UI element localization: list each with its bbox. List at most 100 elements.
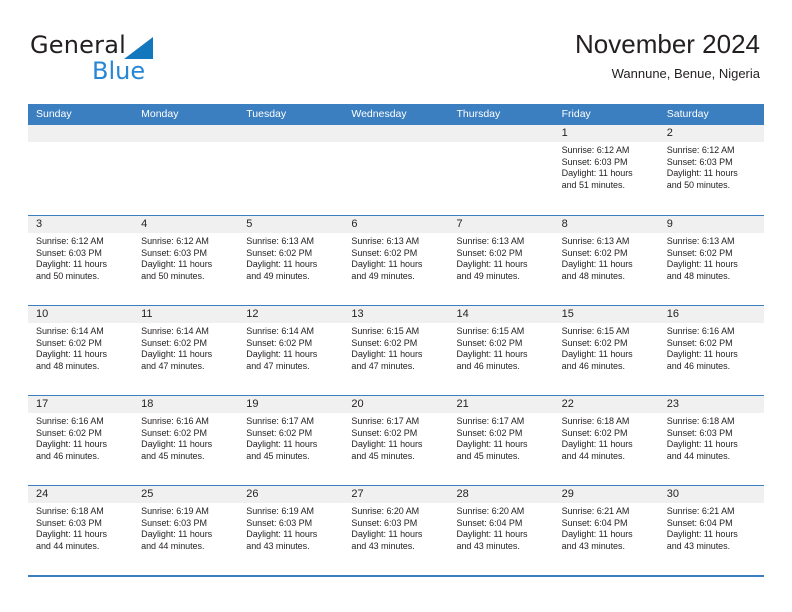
day-cell-16[interactable]: 16 Sunrise: 6:16 AM Sunset: 6:02 PM Dayligh…	[658, 306, 764, 395]
day-cell-6[interactable]: 6 Sunrise: 6:13 AM Sunset: 6:02 PM Daylight…	[343, 216, 449, 305]
day-cell-24[interactable]: 24 Sunrise: 6:18 AM Sunset: 6:03 PM Dayligh…	[28, 486, 134, 575]
day-cell-8[interactable]: 8 Sunrise: 6:13 AM Sunset: 6:02 PM Daylight…	[553, 216, 659, 305]
daylight-text-line1: Daylight: 11 hours	[456, 529, 528, 540]
calendar-week-row: 10 Sunrise: 6:14 AM Sunset: 6:02 PM Dayligh…	[28, 305, 764, 395]
day-details: Sunrise: 6:15 AM Sunset: 6:02 PM Daylight:…	[554, 323, 659, 372]
sunset-text: Sunset: 6:02 PM	[36, 427, 102, 438]
day-cell-18[interactable]: 18 Sunrise: 6:16 AM Sunset: 6:02 PM Dayligh…	[133, 396, 239, 485]
sunset-text: Sunset: 6:02 PM	[351, 247, 418, 258]
sunset-text: Sunset: 6:03 PM	[36, 247, 102, 258]
day-cell-28[interactable]: 28 Sunrise: 6:20 AM Sunset: 6:04 PM Dayligh…	[448, 486, 554, 575]
day-cell-11[interactable]: 11 Sunrise: 6:14 AM Sunset: 6:02 PM Dayligh…	[133, 306, 239, 395]
day-details: Sunrise: 6:12 AM Sunset: 6:03 PM Daylight:…	[554, 142, 659, 191]
calendar-bottom-rule	[28, 575, 764, 577]
sunrise-text: Sunrise: 6:20 AM	[456, 506, 525, 516]
day-cell-30[interactable]: 30 Sunrise: 6:21 AM Sunset: 6:04 PM Dayligh…	[658, 486, 764, 575]
daylight-text-line2: and 46 minutes.	[666, 360, 731, 371]
daylight-text-line1: Daylight: 11 hours	[456, 349, 528, 360]
sunrise-text: Sunrise: 6:13 AM	[561, 236, 630, 246]
title-block: November 2024 Wannune, Benue, Nigeria	[575, 28, 760, 82]
calendar-week-row: 1 Sunrise: 6:12 AM Sunset: 6:03 PM Daylight…	[28, 125, 764, 215]
day-cell-25[interactable]: 25 Sunrise: 6:19 AM Sunset: 6:03 PM Dayligh…	[133, 486, 239, 575]
day-cell-7[interactable]: 7 Sunrise: 6:13 AM Sunset: 6:02 PM Daylight…	[448, 216, 554, 305]
daylight-text-line1: Daylight: 11 hours	[246, 439, 318, 450]
day-details: Sunrise: 6:18 AM Sunset: 6:02 PM Daylight:…	[554, 413, 659, 462]
day-details: Sunrise: 6:16 AM Sunset: 6:02 PM Daylight:…	[28, 413, 133, 462]
daylight-text-line2: and 45 minutes.	[246, 450, 310, 461]
day-cell-27[interactable]: 27 Sunrise: 6:20 AM Sunset: 6:03 PM Dayligh…	[343, 486, 449, 575]
daylight-text-line1: Daylight: 11 hours	[561, 168, 633, 179]
day-number: 8	[553, 216, 659, 233]
day-number: 27	[343, 486, 449, 503]
daylight-text-line2: and 49 minutes.	[456, 270, 520, 281]
day-number: 11	[133, 306, 239, 323]
day-number: 16	[658, 306, 764, 323]
day-number: 12	[238, 306, 344, 323]
sunrise-text: Sunrise: 6:19 AM	[246, 506, 314, 516]
sunset-text: Sunset: 6:03 PM	[246, 517, 313, 528]
day-cell-10[interactable]: 10 Sunrise: 6:14 AM Sunset: 6:02 PM Dayligh…	[28, 306, 134, 395]
daylight-text-line2: and 47 minutes.	[246, 360, 310, 371]
day-cell-26[interactable]: 26 Sunrise: 6:19 AM Sunset: 6:03 PM Dayligh…	[238, 486, 344, 575]
sunset-text: Sunset: 6:02 PM	[666, 247, 733, 258]
brand-logo[interactable]: General Blue	[30, 33, 260, 83]
day-cell-13[interactable]: 13 Sunrise: 6:15 AM Sunset: 6:02 PM Dayligh…	[343, 306, 449, 395]
sunset-text: Sunset: 6:02 PM	[246, 337, 313, 348]
day-number: 2	[658, 125, 764, 142]
calendar-week-row: 24 Sunrise: 6:18 AM Sunset: 6:03 PM Dayligh…	[28, 485, 764, 575]
day-number: 17	[28, 396, 134, 413]
day-number: 18	[133, 396, 239, 413]
daylight-text-line2: and 50 minutes.	[141, 270, 205, 281]
daylight-text-line2: and 43 minutes.	[246, 540, 310, 551]
day-cell-empty	[238, 125, 344, 214]
day-number: 6	[343, 216, 449, 233]
day-cell-17[interactable]: 17 Sunrise: 6:16 AM Sunset: 6:02 PM Dayligh…	[28, 396, 134, 485]
day-cell-empty	[343, 125, 449, 214]
day-number: 26	[238, 486, 344, 503]
day-cell-12[interactable]: 12 Sunrise: 6:14 AM Sunset: 6:02 PM Dayligh…	[238, 306, 344, 395]
calendar-week-row: 3 Sunrise: 6:12 AM Sunset: 6:03 PM Daylight…	[28, 215, 764, 305]
day-number: 29	[553, 486, 659, 503]
day-cell-3[interactable]: 3 Sunrise: 6:12 AM Sunset: 6:03 PM Daylight…	[28, 216, 134, 305]
day-details: Sunrise: 6:20 AM Sunset: 6:03 PM Daylight:…	[343, 503, 448, 552]
day-cell-19[interactable]: 19 Sunrise: 6:17 AM Sunset: 6:02 PM Dayligh…	[238, 396, 344, 485]
day-cell-23[interactable]: 23 Sunrise: 6:18 AM Sunset: 6:03 PM Dayligh…	[658, 396, 764, 485]
calendar-page: General Blue November 2024 Wannune, Benu…	[0, 0, 792, 612]
sunset-text: Sunset: 6:02 PM	[141, 337, 207, 348]
daylight-text-line1: Daylight: 11 hours	[456, 439, 528, 450]
page-header: General Blue November 2024 Wannune, Benu…	[0, 0, 792, 100]
brand-name-general: General	[30, 31, 126, 59]
daylight-text-line2: and 45 minutes.	[141, 450, 205, 461]
day-cell-15[interactable]: 15 Sunrise: 6:15 AM Sunset: 6:02 PM Dayligh…	[553, 306, 659, 395]
day-number: 3	[28, 216, 134, 233]
day-cell-22[interactable]: 22 Sunrise: 6:18 AM Sunset: 6:02 PM Dayligh…	[553, 396, 659, 485]
day-cell-2[interactable]: 2 Sunrise: 6:12 AM Sunset: 6:03 PM Daylight…	[658, 125, 764, 214]
day-cell-9[interactable]: 9 Sunrise: 6:13 AM Sunset: 6:02 PM Daylight…	[658, 216, 764, 305]
weekday-header-monday: Monday	[141, 108, 179, 120]
daylight-text-line2: and 48 minutes.	[36, 360, 100, 371]
daylight-text-line1: Daylight: 11 hours	[561, 259, 633, 270]
day-cell-21[interactable]: 21 Sunrise: 6:17 AM Sunset: 6:02 PM Dayligh…	[448, 396, 554, 485]
day-number	[133, 125, 239, 142]
daylight-text-line2: and 47 minutes.	[351, 360, 415, 371]
day-cell-20[interactable]: 20 Sunrise: 6:17 AM Sunset: 6:02 PM Dayligh…	[343, 396, 449, 485]
day-cell-4[interactable]: 4 Sunrise: 6:12 AM Sunset: 6:03 PM Daylight…	[133, 216, 239, 305]
sunrise-text: Sunrise: 6:14 AM	[141, 326, 209, 336]
day-cell-1[interactable]: 1 Sunrise: 6:12 AM Sunset: 6:03 PM Daylight…	[553, 125, 659, 214]
sunrise-text: Sunrise: 6:17 AM	[456, 416, 525, 426]
sunrise-text: Sunrise: 6:17 AM	[351, 416, 420, 426]
calendar-week-row: 17 Sunrise: 6:16 AM Sunset: 6:02 PM Dayligh…	[28, 395, 764, 485]
daylight-text-line1: Daylight: 11 hours	[666, 349, 738, 360]
daylight-text-line1: Daylight: 11 hours	[36, 259, 107, 270]
day-number: 7	[448, 216, 554, 233]
daylight-text-line1: Daylight: 11 hours	[246, 349, 318, 360]
day-cell-5[interactable]: 5 Sunrise: 6:13 AM Sunset: 6:02 PM Daylight…	[238, 216, 344, 305]
day-details: Sunrise: 6:13 AM Sunset: 6:02 PM Daylight:…	[554, 233, 659, 282]
day-details: Sunrise: 6:20 AM Sunset: 6:04 PM Daylight:…	[449, 503, 554, 552]
sunset-text: Sunset: 6:03 PM	[666, 156, 733, 167]
day-cell-14[interactable]: 14 Sunrise: 6:15 AM Sunset: 6:02 PM Dayligh…	[448, 306, 554, 395]
daylight-text-line1: Daylight: 11 hours	[351, 529, 423, 540]
day-cell-29[interactable]: 29 Sunrise: 6:21 AM Sunset: 6:04 PM Dayligh…	[553, 486, 659, 575]
daylight-text-line2: and 48 minutes.	[666, 270, 731, 281]
daylight-text-line1: Daylight: 11 hours	[36, 349, 107, 360]
